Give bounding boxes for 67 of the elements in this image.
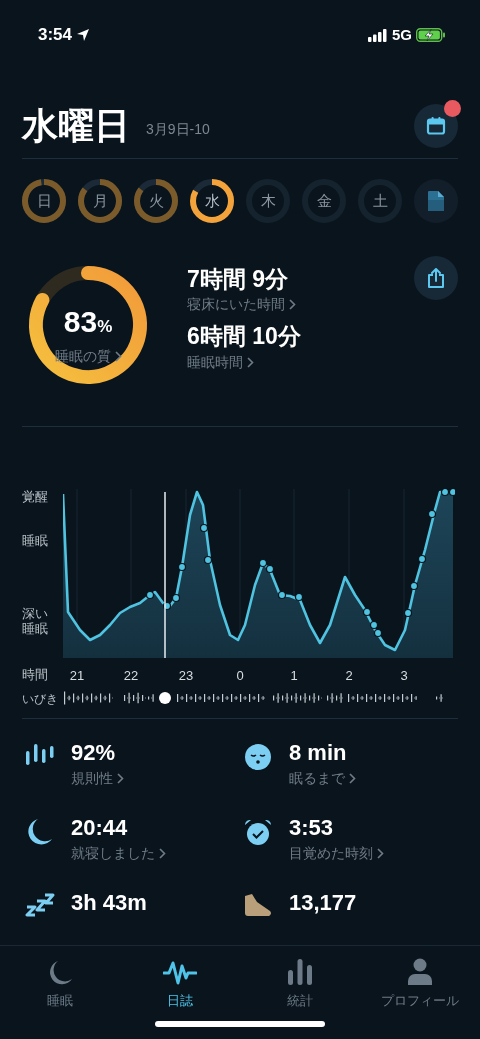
time-tick: 2 [345, 666, 353, 685]
network-label: 5G [392, 24, 412, 45]
chevron-icon [159, 847, 166, 859]
time-tick: 0 [236, 666, 244, 685]
day-title: 水曜日 [22, 108, 130, 144]
stat-value: 3:53 [289, 815, 335, 840]
quality-percent: 83% [63, 304, 113, 340]
duration-value: 6時間 10分 [187, 324, 302, 350]
axis-label: 覚醒 [22, 489, 49, 505]
moon-icon [47, 960, 73, 986]
chevron-icon [289, 299, 296, 311]
stat-value: 13,177 [289, 890, 357, 916]
duration-link[interactable]: 睡眠時間 [187, 351, 254, 373]
location-icon [76, 28, 91, 42]
stat-value: 3h 43m [71, 890, 147, 916]
day-ring[interactable]: 火 [134, 179, 178, 223]
axis-label: 深い睡眠 [22, 605, 49, 637]
tab[interactable]: 日誌 [120, 954, 240, 1039]
axis-label: 時間 [22, 666, 49, 684]
tab[interactable]: 睡眠 [0, 954, 120, 1039]
signal-icon [368, 28, 388, 42]
quality-link[interactable]: 睡眠の質 [54, 348, 122, 364]
day-ring[interactable]: 金 [302, 179, 346, 223]
chevron-icon [247, 356, 254, 368]
time-tick: 23 [178, 666, 194, 685]
chevron-icon [117, 772, 124, 784]
share-button[interactable] [414, 256, 458, 300]
playhead-handle[interactable] [159, 691, 171, 704]
stat-link[interactable]: 眠るまで [289, 767, 356, 789]
chevron-icon [114, 351, 122, 362]
share-icon [427, 268, 445, 288]
stat-value: 92% [71, 740, 117, 765]
report-button[interactable] [414, 179, 458, 223]
axis-label: 睡眠 [22, 532, 49, 549]
bar-chart-icon [287, 958, 313, 986]
day-ring[interactable]: 日 [22, 179, 66, 223]
stat-link[interactable]: 就寝しました [71, 842, 166, 864]
battery-charging-icon [416, 28, 446, 42]
person-icon [407, 958, 433, 986]
day-ring[interactable]: 土 [358, 179, 402, 223]
duration-link[interactable]: 寝床にいた時間 [187, 294, 296, 316]
stat-value: 8 min [289, 740, 348, 765]
tab[interactable]: プロフィール [360, 954, 480, 1039]
calendar-icon [426, 116, 446, 136]
shoe-icon [243, 892, 273, 919]
stat-link[interactable]: 規則性 [71, 767, 124, 789]
alarm-clock-icon [244, 817, 272, 846]
day-ring[interactable]: 月 [78, 179, 122, 223]
snore-label: いびき [22, 690, 59, 708]
time-tick: 22 [123, 666, 139, 685]
stat-value: 20:44 [71, 815, 129, 840]
time-tick: 1 [290, 666, 298, 685]
chevron-icon [349, 772, 356, 784]
stat-link[interactable]: 目覚めた時刻 [289, 842, 384, 864]
time-tick: 3 [400, 666, 408, 685]
wave-icon [163, 960, 197, 986]
date-range: 3月9日-10 [146, 120, 210, 139]
time-tick: 21 [69, 666, 85, 685]
status-time: 3:54 [38, 24, 73, 47]
day-ring[interactable]: 水 [190, 179, 234, 223]
tab[interactable]: 統計 [240, 954, 360, 1039]
moon-icon [27, 817, 53, 846]
document-icon [427, 190, 445, 212]
sleepy-face-icon [244, 742, 272, 771]
chevron-icon [377, 847, 384, 859]
day-ring[interactable]: 木 [246, 179, 290, 223]
duration-value: 7時間 9分 [187, 267, 289, 293]
